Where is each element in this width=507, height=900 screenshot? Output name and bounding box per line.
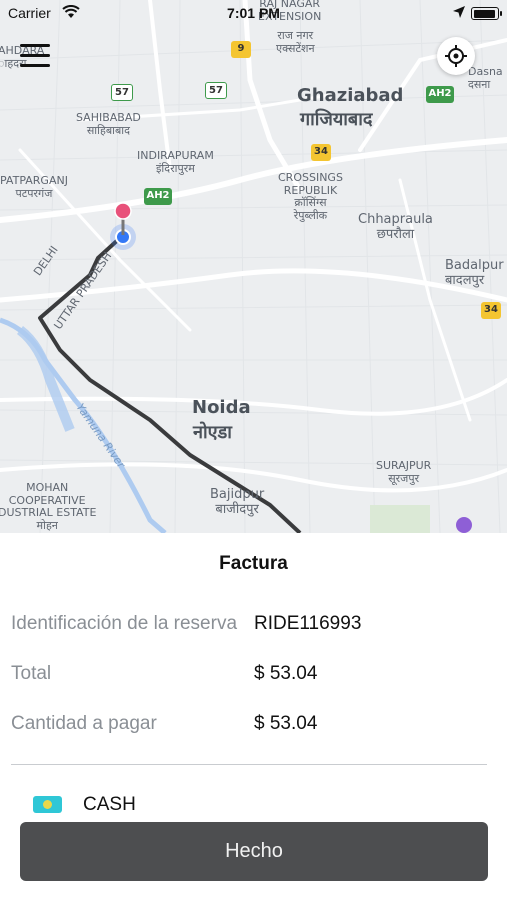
map-label-noida-hindi: नोएडा [193,422,232,443]
location-arrow-icon [453,6,465,18]
booking-id-value: RIDE116993 [254,613,362,634]
status-bar: Carrier 7:01 PM [0,0,507,26]
map-label-sahibabad: SAHIBABAD साहिबाबाद [76,111,141,137]
hamburger-menu-icon[interactable] [20,44,50,70]
menu-line [20,54,50,57]
amount-due-value: $ 53.04 [254,713,318,734]
destination-marker[interactable] [455,516,473,533]
pickup-pin-icon[interactable] [113,201,133,241]
booking-id-row: Identificación de la reserva RIDE116993 [11,613,491,639]
total-row: Total $ 53.04 [11,663,491,689]
map-label-ghaziabad-hindi: गाजियाबाद [300,109,373,130]
highway-shield-57: 57 [111,84,133,101]
locate-me-icon [445,45,467,67]
payment-method-label: CASH [83,794,136,815]
map-label-crossings-republik: CROSSINGS REPUBLIK क्रॉसिंग्स रेपुब्लीक [278,171,343,222]
menu-line [20,64,50,67]
map-background [0,0,507,533]
highway-shield-ah2: AH2 [144,188,172,205]
battery-fill [473,9,496,18]
status-time: 7:01 PM [227,5,280,21]
amount-due-row: Cantidad a pagar $ 53.04 [11,713,491,739]
map-label-badalpur: Badalpur बादलपुर [445,258,504,288]
highway-shield-57: 57 [205,82,227,99]
done-button[interactable]: Hecho [20,822,488,881]
highway-shield-34: 34 [481,302,501,319]
map-label-patparganj: PATPARGANJ पटपरगंज [0,174,68,200]
map-label-chhapraula: Chhapraula छपरौला [358,212,433,242]
map-label-mohan: MOHAN COOPERATIVE DUSTRIAL ESTATE मोहन [0,481,97,532]
map-label-noida: Noida [192,397,251,418]
map-label-indirapuram: INDIRAPURAM इंदिरापुरम [137,149,214,175]
map-label-bajidpur: Bajidpur बाजीदपुर [210,487,265,517]
map-label-raj-nagar-hindi: राज नगर एक्सटेंशन [276,29,315,55]
menu-line [20,44,50,47]
highway-shield-34: 34 [311,144,331,161]
booking-id-label: Identificación de la reserva [11,613,238,634]
locate-me-button[interactable] [437,37,475,75]
invoice-title: Factura [219,553,288,574]
invoice-panel: Factura Identificación de la reserva RID… [0,533,507,900]
total-label: Total [11,663,52,684]
cash-icon [33,796,62,813]
map-view[interactable]: RAJ NAGAR EXTENSION राज नगर एक्सटेंशन AH… [0,0,507,533]
battery-icon [471,7,502,20]
map-label-ghaziabad: Ghaziabad [297,85,404,106]
amount-due-label: Cantidad a pagar [11,713,157,734]
map-label-surajpur: SURAJPUR सूरजपुर [376,459,432,485]
highway-shield-ah2: AH2 [426,86,454,103]
divider [11,764,487,765]
total-value: $ 53.04 [254,663,318,684]
highway-shield-9: 9 [231,41,251,58]
